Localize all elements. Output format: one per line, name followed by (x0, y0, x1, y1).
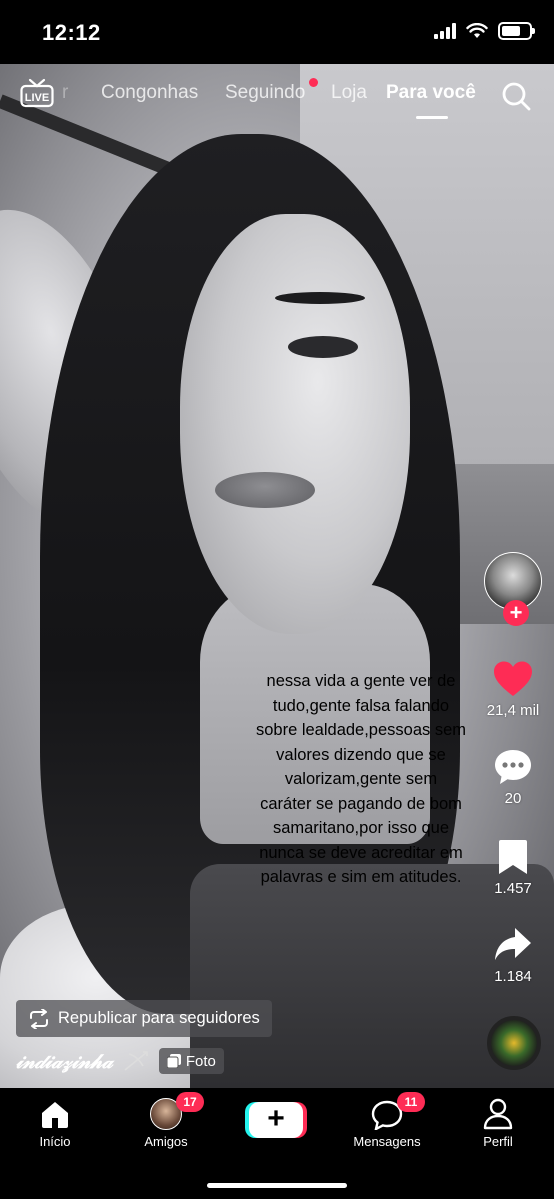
photo-stack-icon (166, 1054, 181, 1068)
notification-dot (309, 78, 318, 87)
like-count: 21,4 mil (486, 702, 540, 719)
follow-button[interactable]: + (503, 600, 529, 626)
bottom-tab-bar: Início Amigos 17 + Mensagens 11 Perfil (0, 1088, 554, 1199)
share-count: 1.184 (494, 968, 532, 985)
tab-profile-label: Perfil (483, 1134, 513, 1149)
share-action[interactable]: 1.184 (480, 926, 546, 985)
music-disc-icon[interactable] (487, 1016, 541, 1070)
repost-button[interactable]: Republicar para seguidores (16, 1000, 272, 1037)
create-button[interactable]: + (245, 1102, 307, 1138)
bookmark-icon[interactable] (496, 838, 530, 876)
profile-icon (483, 1098, 513, 1130)
active-tab-indicator (416, 116, 448, 119)
heart-icon[interactable] (492, 660, 534, 698)
like-action[interactable]: 21,4 mil (480, 660, 546, 719)
comment-count: 20 (504, 790, 522, 807)
comment-action[interactable]: 20 (480, 748, 546, 807)
top-nav: LIVE r Congonhas Seguindo Loja Para você (0, 72, 554, 122)
tab-friends-label: Amigos (144, 1134, 188, 1149)
creator-avatar-wrap[interactable]: + (484, 552, 544, 626)
search-icon[interactable] (500, 80, 532, 112)
tab-home-label: Início (39, 1134, 71, 1149)
eye (288, 336, 358, 358)
battery-icon (498, 22, 535, 40)
tab-loja[interactable]: Loja (331, 82, 367, 104)
tab-messages-label: Mensagens (353, 1134, 421, 1149)
post-info: 𝒾𝓃𝒹𝒾𝒶𝓏𝒾𝓃𝒽𝒶 Foto (16, 1046, 224, 1076)
cellular-signal-icon (434, 23, 456, 39)
status-icons (434, 22, 535, 40)
status-bar: 12:12 (0, 0, 554, 64)
lips (215, 472, 315, 508)
photo-badge-label: Foto (185, 1052, 216, 1070)
tab-home[interactable]: Início (5, 1096, 105, 1149)
live-label: LIVE (25, 92, 49, 104)
photo-caption-text: nessa vida a gente ver de tudo,gente fal… (255, 672, 467, 886)
tab-faded[interactable]: r (62, 82, 68, 104)
friends-badge: 17 (176, 1092, 204, 1112)
home-icon (42, 1102, 68, 1128)
messages-badge: 11 (397, 1092, 425, 1112)
save-count: 1.457 (494, 880, 532, 897)
tab-profile[interactable]: Perfil (448, 1096, 548, 1149)
creator-username[interactable]: 𝒾𝓃𝒹𝒾𝒶𝓏𝒾𝓃𝒽𝒶 (16, 1049, 113, 1073)
tab-congonhas[interactable]: Congonhas (101, 82, 198, 104)
eyebrow (275, 292, 365, 304)
home-indicator (207, 1183, 347, 1188)
video-feed[interactable] (0, 64, 554, 1088)
repost-label: Republicar para seguidores (58, 1009, 260, 1027)
tab-seguindo[interactable]: Seguindo (225, 82, 305, 104)
bow-and-arrow-icon (124, 1051, 148, 1071)
live-icon[interactable]: LIVE (20, 78, 54, 108)
status-time: 12:12 (42, 20, 101, 45)
comment-icon[interactable] (493, 748, 533, 786)
wifi-icon (466, 23, 488, 38)
face (180, 214, 410, 634)
photo-badge[interactable]: Foto (158, 1048, 224, 1074)
repost-icon (30, 1008, 48, 1029)
save-action[interactable]: 1.457 (480, 838, 546, 897)
share-arrow-icon[interactable] (493, 926, 533, 964)
tab-para-voce[interactable]: Para você (386, 82, 476, 104)
plus-icon: + (249, 1102, 303, 1138)
